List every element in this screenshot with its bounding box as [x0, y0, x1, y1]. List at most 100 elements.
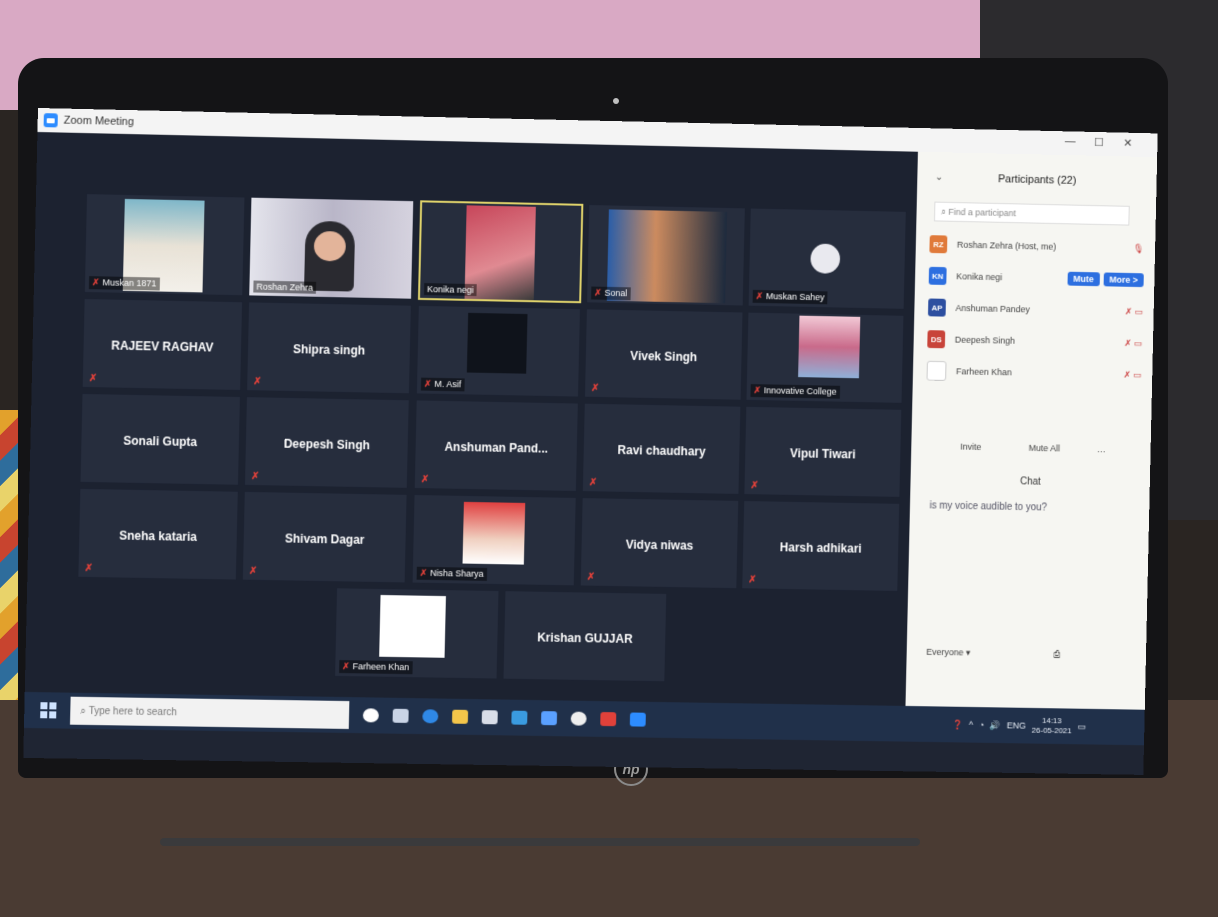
- video-tile[interactable]: Harsh adhikari ✗: [741, 499, 901, 592]
- participant-name: Anshuman Pandey: [955, 302, 1031, 315]
- video-tile[interactable]: Vivek Singh ✗: [583, 308, 744, 401]
- taskbar-search-input[interactable]: ⌕ Type here to search: [69, 696, 350, 729]
- maximize-icon[interactable]: ☐: [1094, 136, 1104, 149]
- window-title: Zoom Meeting: [63, 114, 135, 129]
- muted-mic-icon: ✗ ▭: [1123, 369, 1142, 380]
- participant-name: RAJEEV RAGHAV: [111, 338, 214, 355]
- video-tile[interactable]: ✗ M. Asif: [415, 304, 581, 398]
- participant-name: Harsh adhikari: [779, 540, 862, 556]
- participant-row[interactable]: DS Deepesh Singh ✗ ▭: [927, 326, 1142, 356]
- muted-mic-icon: ✗: [748, 574, 757, 586]
- zoom-app-icon: [43, 113, 58, 128]
- muted-mic-icon: ✗: [755, 290, 764, 301]
- invite-button[interactable]: Invite: [960, 442, 981, 452]
- muted-mic-icon: ✗: [84, 562, 94, 575]
- video-tile[interactable]: ✗ Nisha Sharya: [411, 493, 577, 587]
- edge-icon[interactable]: [422, 709, 439, 724]
- muted-mic-icon: ✗: [342, 661, 350, 672]
- mail-icon[interactable]: [511, 710, 528, 725]
- search-placeholder: Find a participant: [948, 206, 1017, 219]
- dropbox-icon[interactable]: [540, 711, 558, 726]
- video-tile[interactable]: Krishan GUJJAR: [502, 590, 668, 683]
- video-tile[interactable]: ✗ Muskan Sahey: [747, 207, 907, 310]
- help-icon[interactable]: ❓: [952, 719, 963, 730]
- participant-name: Sneha kataria: [119, 528, 198, 544]
- video-tile[interactable]: Deepesh Singh ✗: [243, 396, 410, 489]
- avatar: KN: [928, 266, 947, 285]
- participant-name: Ravi chaudhary: [617, 442, 706, 459]
- notification-icon[interactable]: ▭: [1077, 721, 1086, 732]
- video-tile[interactable]: Ravi chaudhary ✗: [581, 402, 742, 495]
- participant-name: Farheen Khan: [955, 366, 1012, 378]
- tile-name: Konika negi: [427, 284, 474, 296]
- video-tile[interactable]: ✗ Farheen Khan: [334, 587, 500, 680]
- tile-label: ✗ Farheen Khan: [339, 660, 413, 675]
- clock[interactable]: 14:13 26-05-2021: [1032, 716, 1072, 736]
- video-tile[interactable]: RAJEEV RAGHAV ✗: [81, 297, 244, 392]
- more-button[interactable]: More >: [1103, 272, 1144, 288]
- video-tile[interactable]: ✗ Sonal: [586, 203, 746, 307]
- participant-name: Anshuman Pand...: [444, 439, 549, 456]
- video-tile[interactable]: Vipul Tiwari ✗: [743, 405, 903, 498]
- video-tile[interactable]: Shivam Dagar ✗: [241, 490, 408, 584]
- minimize-icon[interactable]: —: [1065, 135, 1076, 147]
- participant-name: Shivam Dagar: [284, 531, 365, 547]
- send-to-dropdown[interactable]: Everyone ▾: [926, 647, 970, 659]
- mute-button[interactable]: Mute: [1067, 271, 1100, 287]
- chat-title: Chat: [1019, 476, 1041, 488]
- more-options-icon[interactable]: …: [1097, 444, 1106, 454]
- profile-picture: [379, 594, 446, 658]
- video-tile[interactable]: Sonali Gupta: [79, 392, 241, 486]
- cortana-icon[interactable]: [362, 708, 379, 723]
- mute-all-button[interactable]: Mute All: [1029, 443, 1060, 453]
- close-icon[interactable]: ✕: [1123, 137, 1132, 150]
- participant-name: Vidya niwas: [625, 537, 694, 553]
- avatar: AP: [927, 298, 946, 317]
- participant-row[interactable]: Farheen Khan ✗ ▭: [926, 358, 1142, 388]
- participant-row[interactable]: RZ Roshan Zehra (Host, me) 🎙: [929, 231, 1145, 261]
- date: 26-05-2021: [1031, 725, 1072, 736]
- muted-mic-icon: ✗: [419, 567, 428, 578]
- lang-indicator[interactable]: ENG: [1007, 720, 1026, 730]
- chevron-up-icon[interactable]: ^: [969, 720, 973, 730]
- muted-mic-icon: ✗: [250, 471, 260, 483]
- file-explorer-icon[interactable]: [451, 709, 469, 724]
- tile-name: Roshan Zehra: [256, 281, 314, 293]
- tile-name: M. Asif: [434, 378, 462, 390]
- chrome-icon[interactable]: [570, 711, 587, 726]
- participant-search-input[interactable]: ⌕ Find a participant: [933, 201, 1130, 226]
- volume-icon[interactable]: 🔊: [990, 720, 1001, 731]
- participant-row[interactable]: KN Konika negi Mute More >: [928, 263, 1144, 293]
- tile-name: Farheen Khan: [352, 661, 410, 673]
- video-tile[interactable]: Roshan Zehra: [248, 196, 415, 300]
- task-view-icon[interactable]: [392, 708, 409, 723]
- tile-label: ✗ Muskan Sahey: [752, 289, 828, 305]
- muted-mic-icon: ✗: [590, 382, 600, 395]
- video-tile[interactable]: Sneha kataria ✗: [77, 487, 239, 581]
- gallery-view: ✗ Muskan 1871 Roshan Zehra Konika negi ✗ S…: [24, 131, 918, 706]
- laptop-hinge: [160, 838, 920, 846]
- participants-panel: ⌄ Participants (22) ⌕ Find a participant…: [905, 151, 1158, 710]
- video-tile-active-speaker[interactable]: Konika negi: [417, 200, 584, 304]
- muted-mic-icon: ✗: [588, 477, 598, 489]
- windows-start-icon[interactable]: [40, 702, 57, 719]
- participant-row[interactable]: AP Anshuman Pandey ✗ ▭: [927, 295, 1143, 325]
- participant-name: Vipul Tiwari: [789, 446, 856, 462]
- store-icon[interactable]: [481, 710, 498, 725]
- zoom-taskbar-icon[interactable]: [629, 712, 646, 727]
- video-tile[interactable]: Shipra singh ✗: [246, 301, 412, 395]
- video-tile[interactable]: ✗ Innovative College: [745, 311, 905, 404]
- video-feed: [466, 312, 528, 374]
- file-icon[interactable]: ⎙: [1053, 649, 1060, 660]
- recipient-label: Everyone: [926, 646, 964, 658]
- video-tile[interactable]: ✗ Muskan 1871: [83, 193, 246, 297]
- muted-mic-icon: ✗: [248, 565, 258, 577]
- system-tray: ❓ ^ ◔ 🔊 ENG 14:13 26-05-2021 ▭: [952, 715, 1086, 737]
- wifi-icon[interactable]: ◔: [979, 720, 985, 730]
- tile-label: ✗ M. Asif: [420, 377, 465, 392]
- muted-mic-icon: ✗: [586, 571, 596, 583]
- app-icon[interactable]: [600, 712, 617, 727]
- video-tile[interactable]: Vidya niwas ✗: [579, 497, 740, 590]
- tile-label: ✗ Nisha Sharya: [416, 566, 487, 581]
- video-tile[interactable]: Anshuman Pand... ✗: [413, 399, 579, 492]
